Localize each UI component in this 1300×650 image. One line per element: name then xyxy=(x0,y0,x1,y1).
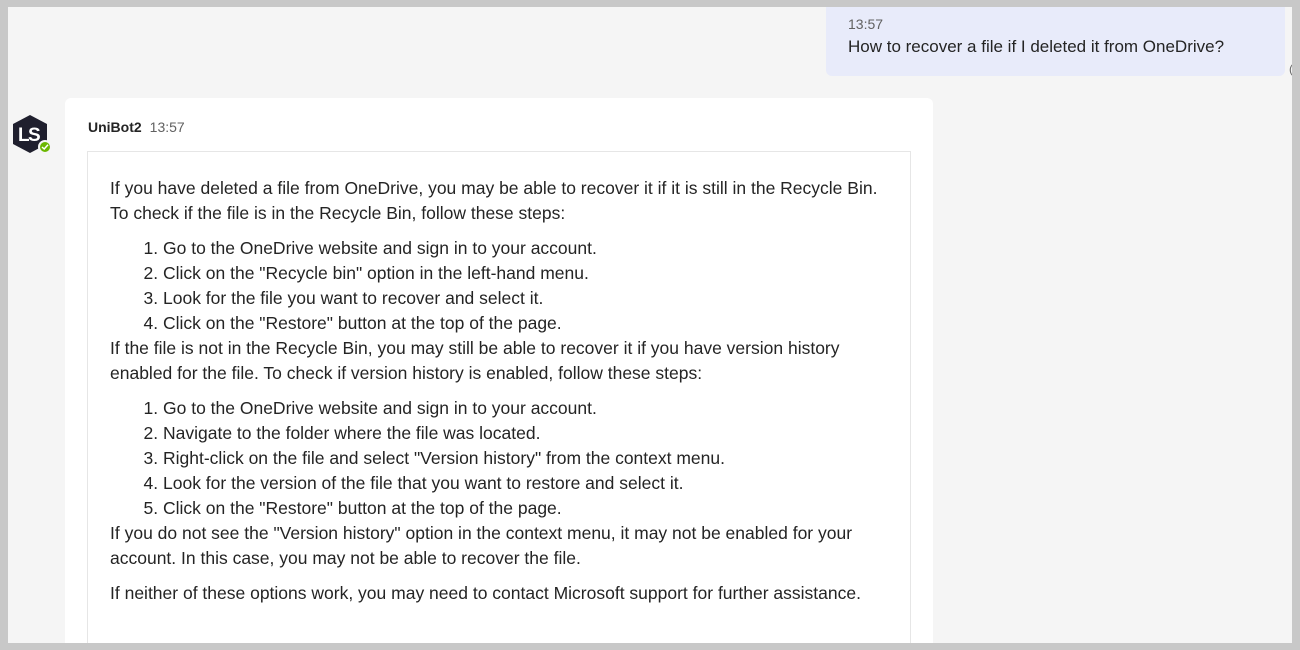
list-item: Click on the "Restore" button at the top… xyxy=(163,496,886,521)
no-version-note: If you do not see the "Version history" … xyxy=(110,523,853,568)
version-intro: If the file is not in the Recycle Bin, y… xyxy=(110,338,840,383)
list-item: Navigate to the folder where the file wa… xyxy=(163,421,886,446)
closing-note: If neither of these options work, you ma… xyxy=(110,583,861,603)
status-available-icon xyxy=(38,140,52,154)
adaptive-card: If you have deleted a file from OneDrive… xyxy=(87,151,911,643)
list-item: Look for the version of the file that yo… xyxy=(163,471,886,496)
list-item: Go to the OneDrive website and sign in t… xyxy=(163,236,886,261)
user-message-text: How to recover a file if I deleted it fr… xyxy=(848,37,1225,56)
bot-name: UniBot2 xyxy=(88,119,142,135)
list-item: Click on the "Restore" button at the top… xyxy=(163,311,886,336)
answer-intro: If you have deleted a file from OneDrive… xyxy=(110,178,878,223)
list-item: Look for the file you want to recover an… xyxy=(163,286,886,311)
user-message-time: 13:57 xyxy=(848,16,884,32)
user-message-bubble[interactable]: 13:57 How to recover a file if I deleted… xyxy=(826,7,1285,76)
bot-message-header: UniBot2 13:57 xyxy=(88,118,185,136)
list-item: Click on the "Recycle bin" option in the… xyxy=(163,261,886,286)
list-item: Right-click on the file and select "Vers… xyxy=(163,446,886,471)
list-item: Go to the OneDrive website and sign in t… xyxy=(163,396,886,421)
version-steps-list: Go to the OneDrive website and sign in t… xyxy=(110,396,886,521)
recycle-steps-list: Go to the OneDrive website and sign in t… xyxy=(110,236,886,336)
chat-pane: 13:57 How to recover a file if I deleted… xyxy=(8,7,1292,643)
partial-glyph: ( xyxy=(1289,62,1292,76)
bot-message-time: 13:57 xyxy=(149,119,185,135)
bot-message-card[interactable]: UniBot2 13:57 If you have deleted a file … xyxy=(65,98,933,643)
